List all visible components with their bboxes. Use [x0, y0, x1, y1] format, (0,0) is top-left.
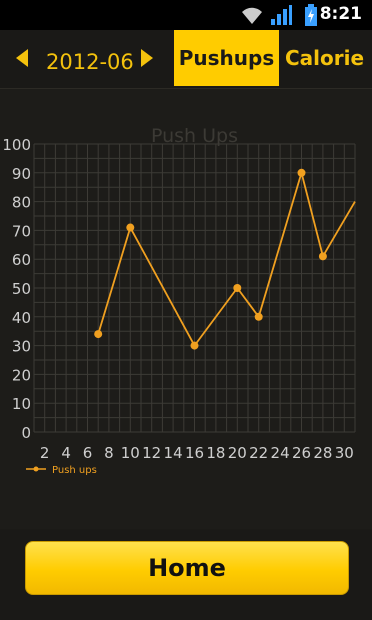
- clock: 8:21: [319, 4, 362, 24]
- data-point: [126, 223, 135, 232]
- x-tick-label: 12: [142, 444, 161, 462]
- header: 2012-06 Pushups Calorie: [0, 30, 372, 89]
- home-button[interactable]: Home: [25, 541, 349, 595]
- y-tick-label: 70: [12, 222, 31, 240]
- y-tick-label: 90: [12, 165, 31, 183]
- y-tick-label: 30: [12, 338, 31, 356]
- x-tick-label: 6: [83, 444, 93, 462]
- x-tick-label: 8: [104, 444, 114, 462]
- chart-area: Push Ups 0 10 20 30 40 50 60 70 80 90 100 2 4 6 8 10 12 14…: [0, 89, 372, 529]
- y-tick-label: 20: [12, 366, 31, 384]
- chevron-right-icon[interactable]: [139, 48, 155, 68]
- x-tick-label: 4: [61, 444, 71, 462]
- data-point: [94, 330, 103, 339]
- y-tick-label: 0: [21, 424, 31, 442]
- month-label: 2012-06: [46, 50, 134, 74]
- data-point: [190, 341, 199, 350]
- x-tick-label: 14: [164, 444, 183, 462]
- signal-icon: [271, 5, 292, 25]
- y-tick-label: 40: [12, 309, 31, 327]
- x-tick-label: 20: [228, 444, 247, 462]
- y-tick-label: 60: [12, 251, 31, 269]
- battery-charging-icon: [305, 4, 317, 26]
- wifi-icon: [242, 7, 262, 25]
- legend-label: Push ups: [52, 465, 97, 476]
- x-tick-label: 24: [271, 444, 290, 462]
- data-point: [318, 252, 327, 261]
- x-tick-label: 2: [40, 444, 50, 462]
- y-tick-label: 50: [12, 280, 31, 298]
- x-tick-label: 10: [121, 444, 140, 462]
- x-tick-label: 30: [335, 444, 354, 462]
- chevron-left-icon[interactable]: [14, 48, 30, 68]
- legend-marker: [33, 466, 39, 472]
- status-bar: 8:21: [0, 0, 372, 30]
- x-tick-label: 16: [185, 444, 204, 462]
- footer: Home: [0, 530, 372, 620]
- x-tick-label: 26: [292, 444, 311, 462]
- chart-title: Push Ups: [151, 125, 238, 147]
- y-tick-label: 100: [2, 136, 31, 154]
- y-tick-label: 10: [12, 395, 31, 413]
- tab-pushups[interactable]: Pushups: [174, 30, 279, 86]
- x-tick-label: 22: [249, 444, 268, 462]
- y-tick-label: 80: [12, 194, 31, 212]
- tab-calorie[interactable]: Calorie: [285, 30, 372, 86]
- data-point: [297, 168, 306, 177]
- pushups-line-chart: Push Ups01020304050607080901002 4 6 8 10 12 14…: [2, 125, 356, 476]
- x-tick-label: 28: [313, 444, 332, 462]
- x-tick-label: 18: [206, 444, 225, 462]
- data-point: [233, 284, 242, 292]
- data-point: [254, 312, 263, 321]
